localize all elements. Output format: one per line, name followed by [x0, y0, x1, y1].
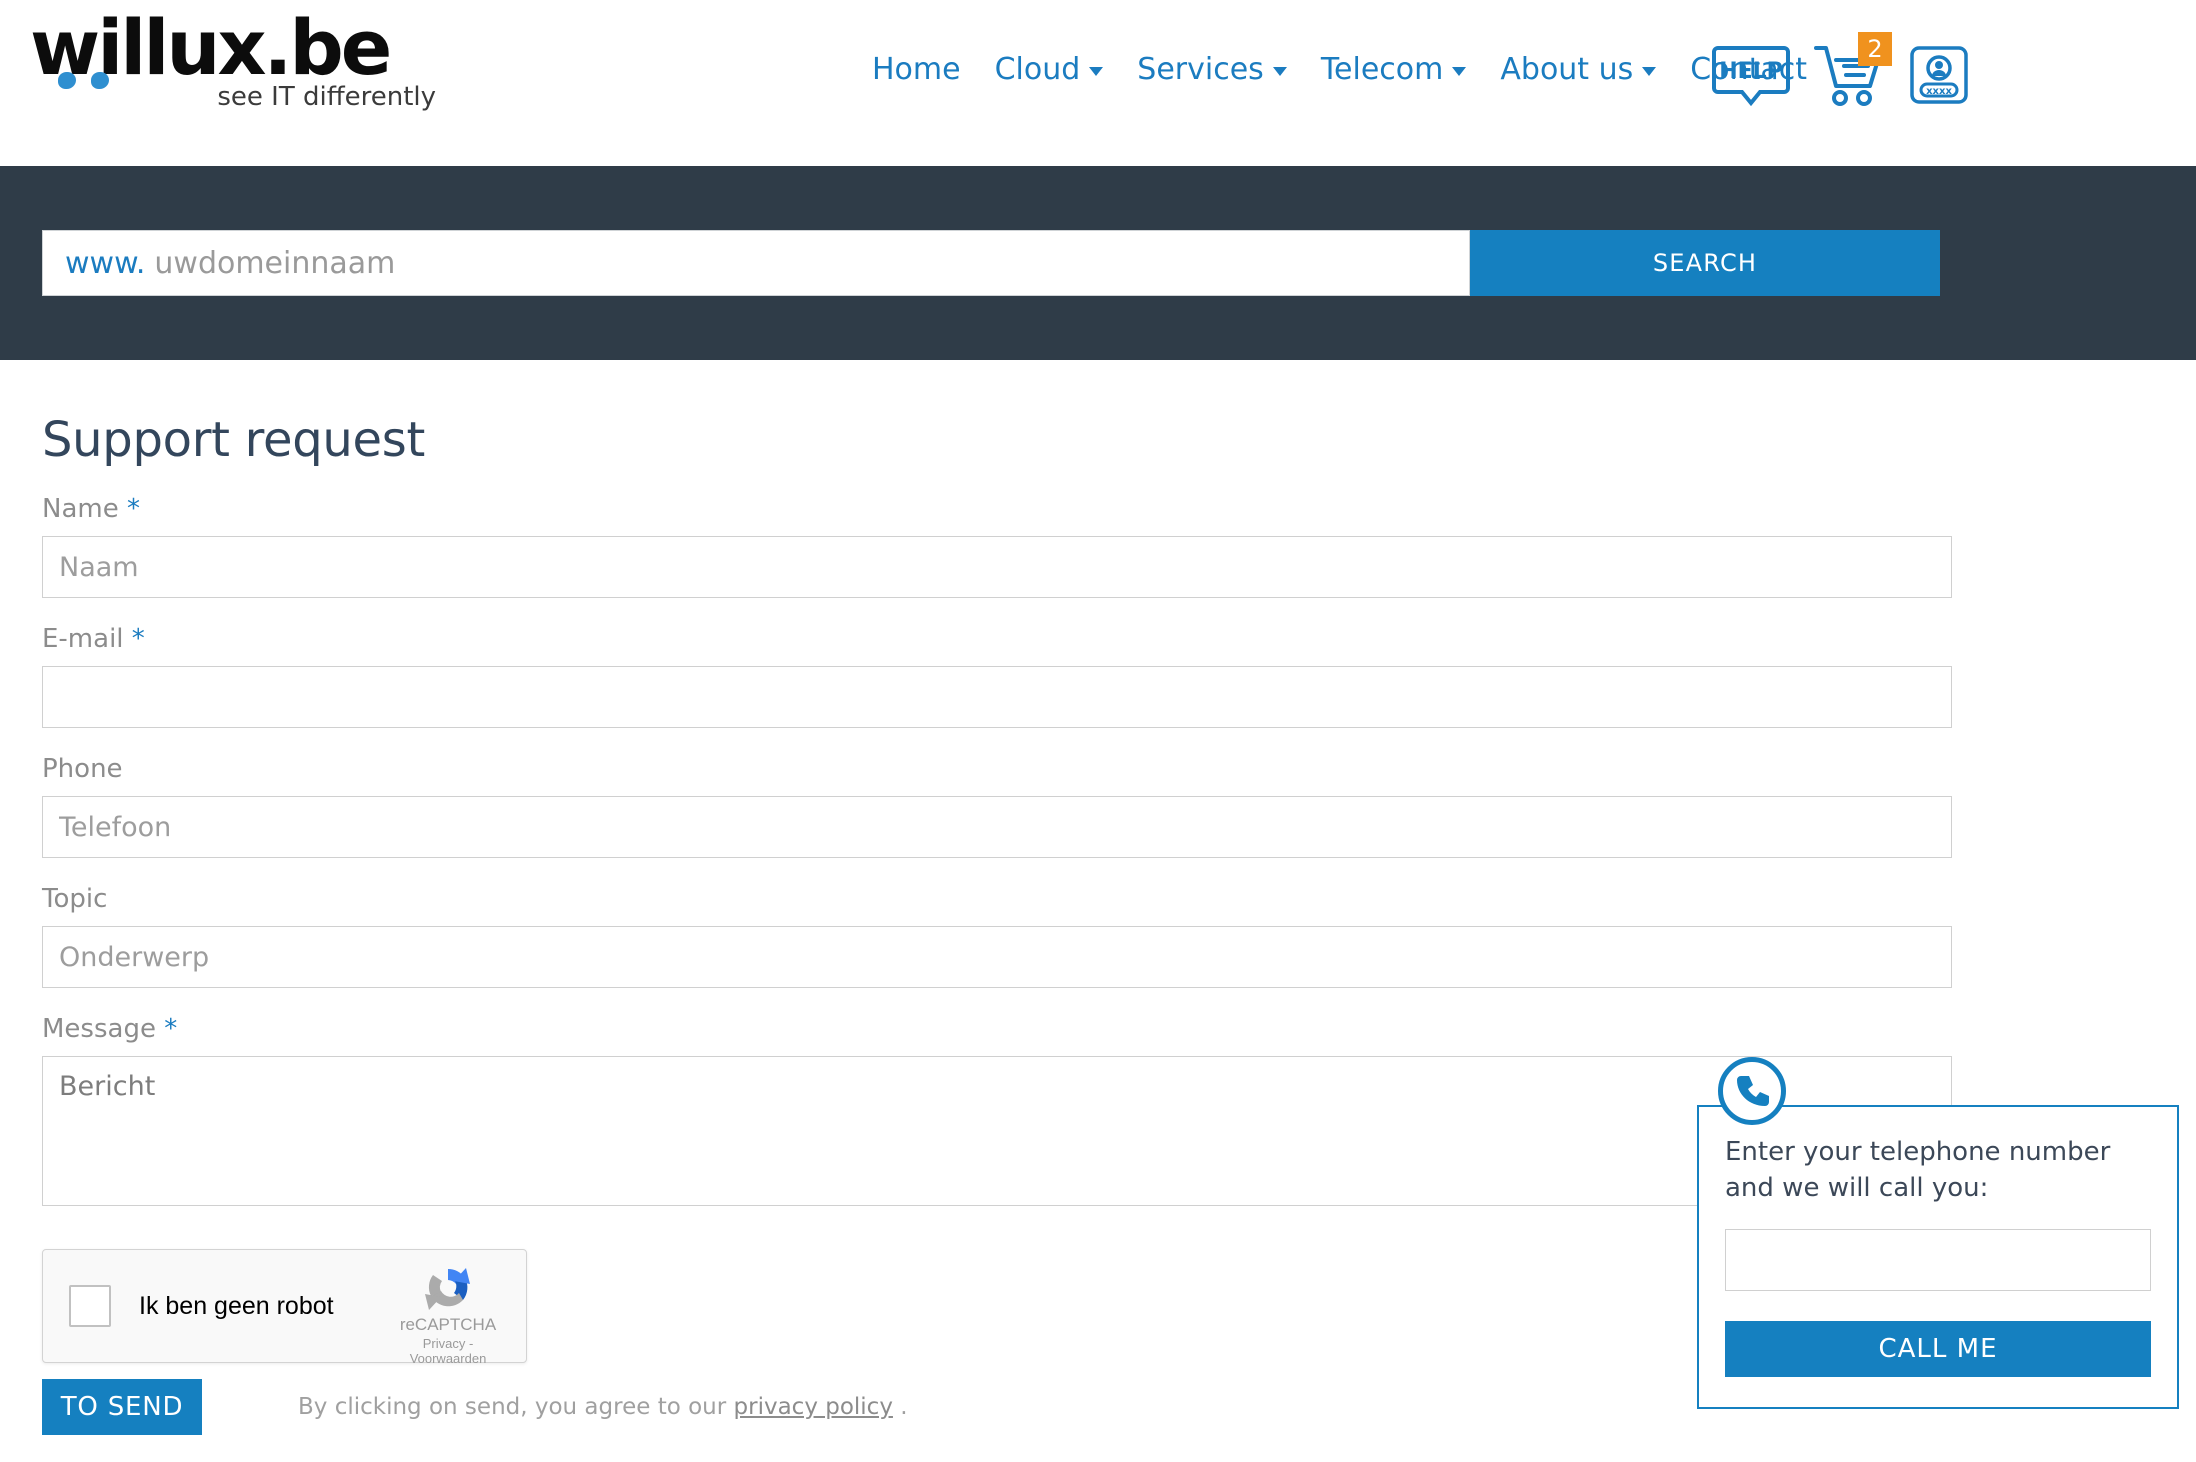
chevron-down-icon — [1452, 67, 1467, 76]
name-input[interactable] — [42, 536, 1952, 598]
help-icon-label: HELP — [1719, 59, 1783, 84]
label-topic: Topic — [42, 884, 2154, 914]
label-topic-text: Topic — [42, 884, 108, 914]
site-header: willux.be see IT differently Home Cloud … — [0, 0, 2196, 166]
label-email: E-mail * — [42, 624, 2154, 654]
message-textarea[interactable] — [42, 1056, 1952, 1206]
site-logo[interactable]: willux.be see IT differently — [22, 10, 436, 113]
nav-item-home[interactable]: Home — [855, 52, 978, 87]
topic-input[interactable] — [42, 926, 1952, 988]
page-title: Support request — [42, 412, 425, 468]
chevron-down-icon — [1089, 67, 1104, 76]
disclaimer-suffix: . — [892, 1394, 908, 1420]
label-message-text: Message — [42, 1014, 156, 1044]
phone-input[interactable] — [42, 796, 1952, 858]
recaptcha-links[interactable]: Privacy - Voorwaarden — [384, 1336, 512, 1366]
nav-item-about-us[interactable]: About us — [1483, 52, 1673, 87]
domain-search-row: www. uwdomeinnaam SEARCH — [42, 230, 1940, 296]
required-asterisk: * — [126, 494, 140, 524]
nav-item-services[interactable]: Services — [1120, 52, 1304, 87]
help-icon: HELP — [1712, 46, 1790, 107]
help-button[interactable]: HELP — [1712, 44, 1790, 111]
recaptcha-widget[interactable]: Ik ben geen robot reCAPTCHA Privacy - Vo… — [42, 1249, 527, 1366]
nav-label-cloud: Cloud — [994, 52, 1081, 87]
cart-button[interactable]: 2 — [1812, 32, 1892, 115]
domain-search-placeholder: uwdomeinnaam — [154, 245, 396, 281]
label-message: Message * — [42, 1014, 2154, 1044]
nav-item-telecom[interactable]: Telecom — [1304, 52, 1484, 87]
domain-search-button[interactable]: SEARCH — [1470, 230, 1940, 296]
main-navigation: Home Cloud Services Telecom About us Con… — [855, 52, 1824, 87]
domain-search-input[interactable]: www. uwdomeinnaam — [42, 230, 1470, 296]
callme-button[interactable]: CALL ME — [1725, 1320, 2151, 1377]
account-login-icon: xxxx — [1910, 46, 1968, 104]
required-asterisk: * — [131, 624, 145, 654]
nav-label-home: Home — [872, 52, 961, 87]
login-button[interactable]: xxxx — [1908, 44, 1970, 111]
label-email-text: E-mail — [42, 624, 124, 654]
nav-item-cloud[interactable]: Cloud — [978, 52, 1121, 87]
callme-prompt: Enter your telephone number and we will … — [1725, 1137, 2111, 1203]
header-icon-group: HELP 2 xxxx — [1712, 32, 1970, 115]
send-button[interactable]: TO SEND — [42, 1379, 202, 1435]
nav-label-telecom: Telecom — [1320, 52, 1444, 87]
recaptcha-label: Ik ben geen robot — [139, 1291, 334, 1320]
callme-panel: Enter your telephone number and we will … — [1697, 1105, 2179, 1409]
chevron-down-icon — [1272, 67, 1287, 76]
label-name-text: Name — [42, 494, 119, 524]
required-asterisk: * — [164, 1014, 178, 1044]
label-phone: Phone — [42, 754, 2154, 784]
email-input[interactable] — [42, 666, 1952, 728]
recaptcha-brand-name: reCAPTCHA — [399, 1315, 497, 1334]
callme-phone-input[interactable] — [1725, 1228, 2151, 1291]
domain-prefix-label: www. — [65, 245, 146, 281]
nav-label-about-us: About us — [1500, 52, 1634, 87]
privacy-policy-link[interactable]: privacy policy — [734, 1394, 893, 1420]
privacy-disclaimer: By clicking on send, you agree to our pr… — [298, 1394, 908, 1420]
recaptcha-branding: reCAPTCHA Privacy - Voorwaarden — [384, 1264, 512, 1366]
recaptcha-checkbox[interactable] — [69, 1285, 111, 1327]
recaptcha-logo-icon — [425, 1268, 470, 1310]
label-name: Name * — [42, 494, 2154, 524]
disclaimer-prefix: By clicking on send, you agree to our — [298, 1394, 734, 1420]
cart-count-badge: 2 — [1858, 32, 1892, 66]
logo-eyes-icon — [58, 72, 118, 92]
chevron-down-icon — [1642, 67, 1657, 76]
domain-search-band: www. uwdomeinnaam SEARCH — [0, 166, 2196, 360]
login-icon-mask: xxxx — [1926, 86, 1952, 97]
callme-phone-toggle[interactable] — [1718, 1057, 1786, 1125]
phone-icon — [1737, 1076, 1769, 1106]
nav-label-services: Services — [1137, 52, 1264, 87]
label-phone-text: Phone — [42, 754, 123, 784]
